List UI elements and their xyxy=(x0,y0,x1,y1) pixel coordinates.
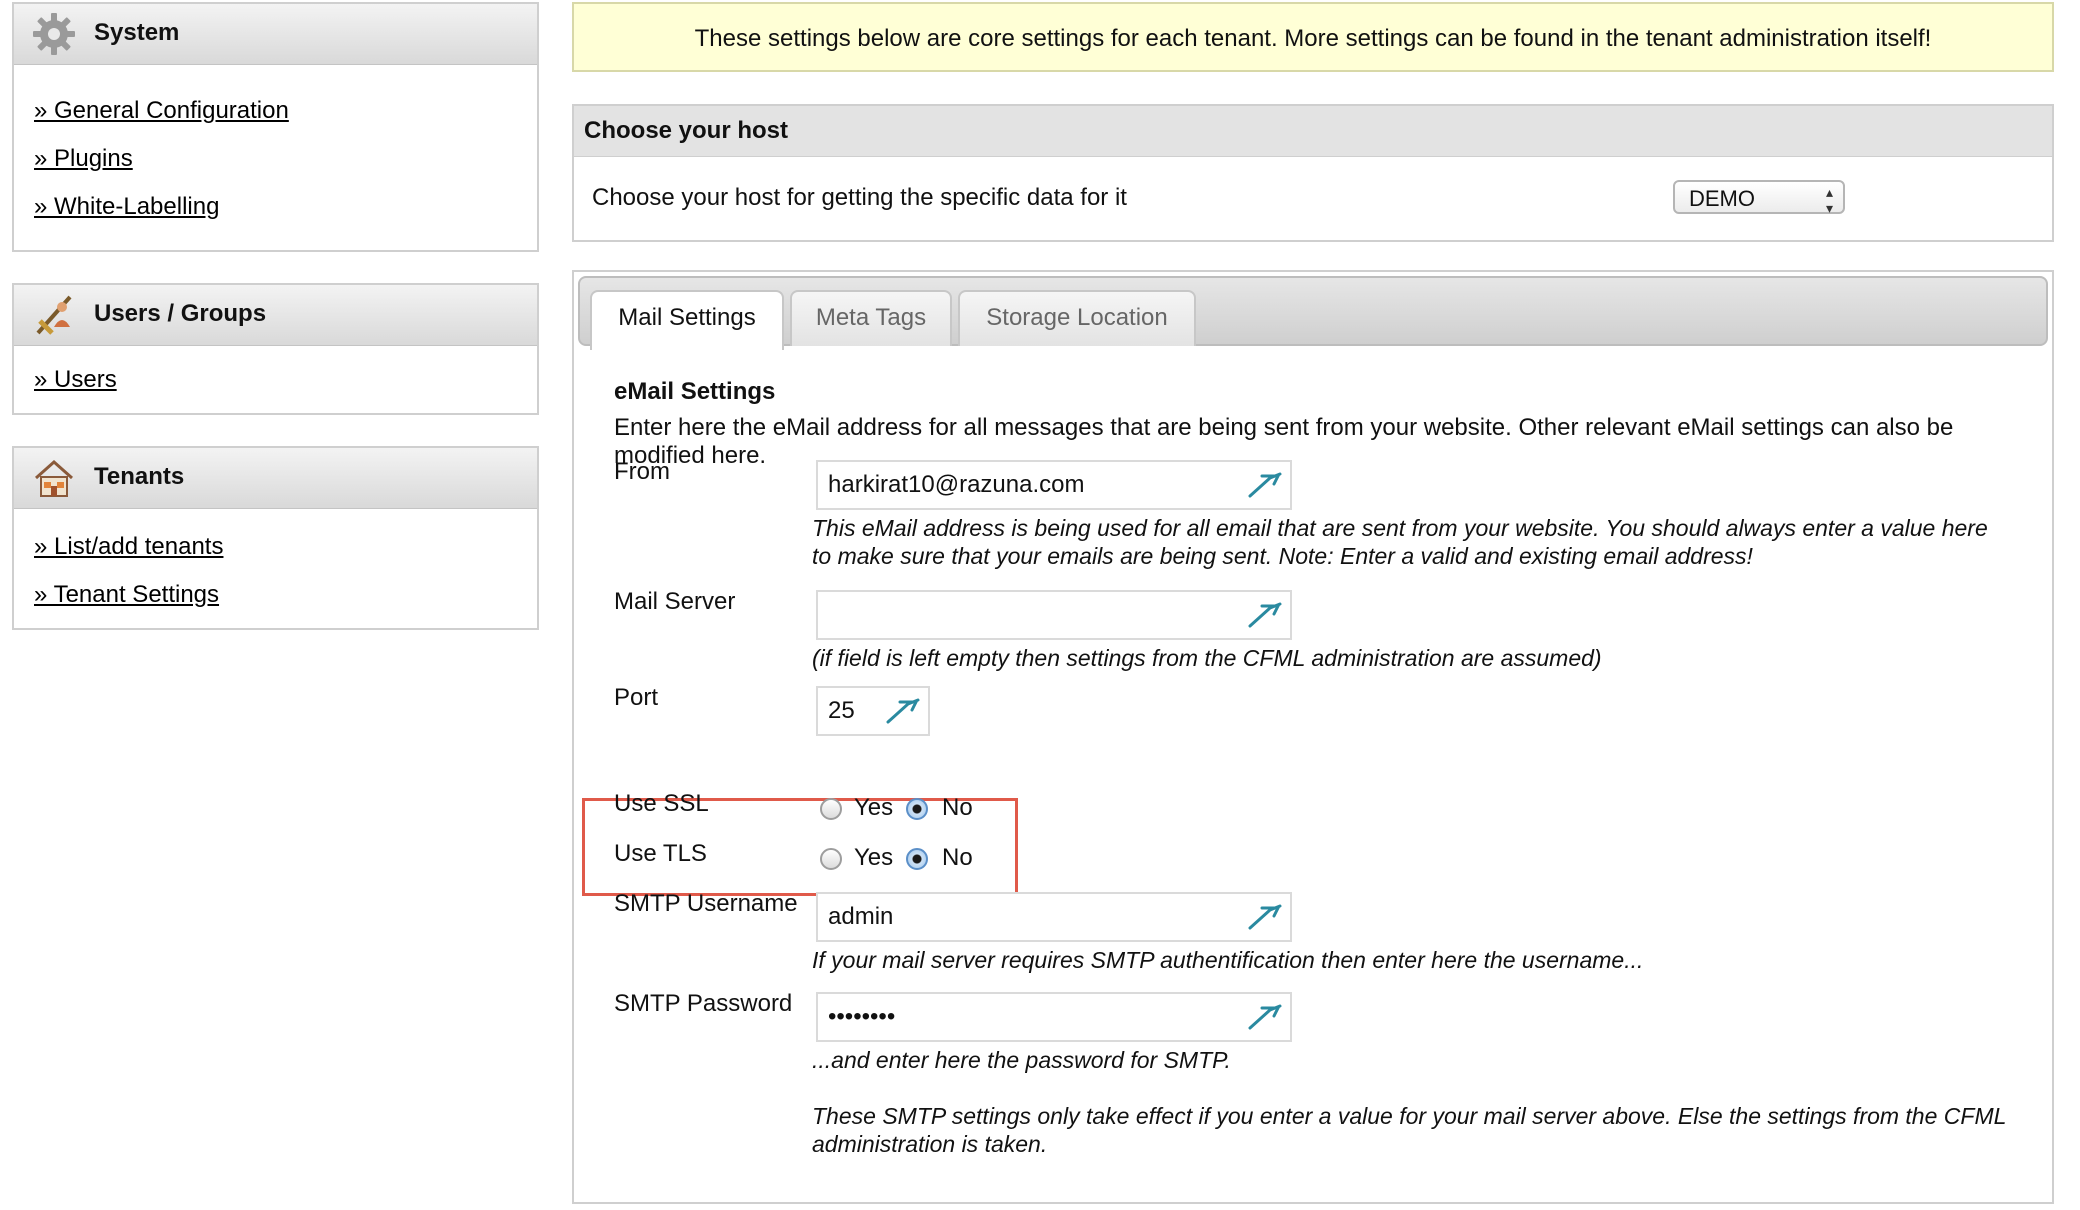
tls-no-radio[interactable] xyxy=(906,848,928,870)
users-panel-header: Users / Groups xyxy=(14,285,537,346)
tenant-settings-link[interactable]: » Tenant Settings xyxy=(34,571,537,619)
users-panel-title: Users / Groups xyxy=(94,300,267,327)
from-hint: This eMail address is being used for all… xyxy=(812,515,1988,569)
list-add-tenants-link[interactable]: » List/add tenants xyxy=(34,523,537,571)
house-icon xyxy=(35,459,73,497)
tls-yes-label: Yes xyxy=(854,844,894,871)
select-arrows-icon: ▴ ▾ xyxy=(1825,184,1833,216)
choose-host-description: Choose your host for getting the specifi… xyxy=(592,184,1127,211)
tls-yes-radio[interactable] xyxy=(820,848,842,870)
tenants-panel: Tenants » List/add tenants » Tenant Sett… xyxy=(12,446,539,630)
tenants-panel-header: Tenants xyxy=(14,448,537,509)
smtp-password-input-value: •••••••• xyxy=(828,1003,896,1030)
edit-icon xyxy=(1248,602,1282,628)
tab-bar: Mail Settings Meta Tags Storage Location xyxy=(578,276,2048,350)
smtp-username-input[interactable]: admin xyxy=(816,892,1292,942)
mail-server-input[interactable] xyxy=(816,590,1292,640)
edit-icon xyxy=(1248,1004,1282,1030)
mail-server-label: Mail Server xyxy=(614,588,736,615)
email-settings-title: eMail Settings xyxy=(614,378,776,405)
edit-icon xyxy=(886,698,920,724)
host-select[interactable]: DEMO ▴ ▾ xyxy=(1673,180,1845,216)
choose-host-box: Choose your host Choose your host for ge… xyxy=(572,104,2054,242)
smtp-username-label: SMTP Username xyxy=(614,890,798,917)
tenant-notice: These settings below are core settings f… xyxy=(572,2,2054,72)
smtp-password-label: SMTP Password xyxy=(614,990,793,1017)
tab-meta-tags[interactable]: Meta Tags xyxy=(790,290,952,346)
host-select-value: DEMO xyxy=(1689,186,1755,211)
smtp-password-input[interactable]: •••••••• xyxy=(816,992,1292,1042)
from-input[interactable]: harkirat10@razuna.com xyxy=(816,460,1292,510)
users-panel: Users / Groups » Users xyxy=(12,283,539,415)
edit-icon xyxy=(1248,904,1282,930)
system-panel-header: System xyxy=(14,4,537,65)
port-label: Port xyxy=(614,684,659,711)
white-labelling-link[interactable]: » White-Labelling xyxy=(34,183,537,231)
smtp-username-hint: If your mail server requires SMTP authen… xyxy=(812,947,1644,973)
users-groups-icon xyxy=(36,295,72,335)
port-input-value: 25 xyxy=(828,697,855,724)
general-configuration-link[interactable]: » General Configuration xyxy=(34,87,537,135)
ssl-yes-label: Yes xyxy=(854,794,894,821)
from-input-value: harkirat10@razuna.com xyxy=(828,471,1085,498)
from-label: From xyxy=(614,458,670,485)
mail-server-hint: (if field is left empty then settings fr… xyxy=(812,645,1602,671)
plugins-link[interactable]: » Plugins xyxy=(34,135,537,183)
tls-no-label: No xyxy=(942,844,973,871)
choose-host-title: Choose your host xyxy=(574,106,2052,157)
smtp-password-hint: ...and enter here the password for SMTP. xyxy=(812,1047,1231,1073)
system-panel-title: System xyxy=(94,19,180,46)
edit-icon xyxy=(1248,472,1282,498)
ssl-yes-radio[interactable] xyxy=(820,798,842,820)
settings-tabs-box: Mail Settings Meta Tags Storage Location… xyxy=(572,270,2054,1204)
tab-storage-location[interactable]: Storage Location xyxy=(958,290,1196,346)
smtp-footer-note: These SMTP settings only take effect if … xyxy=(812,1103,2006,1157)
smtp-username-input-value: admin xyxy=(828,903,894,930)
use-tls-label: Use TLS xyxy=(614,840,707,867)
ssl-no-radio[interactable] xyxy=(906,798,928,820)
tab-mail-settings[interactable]: Mail Settings xyxy=(590,290,784,350)
use-ssl-label: Use SSL xyxy=(614,790,709,817)
ssl-no-label: No xyxy=(942,794,973,821)
system-panel: System » General Configuration » Plugins… xyxy=(12,2,539,252)
users-link[interactable]: » Users xyxy=(34,356,537,404)
tenants-panel-title: Tenants xyxy=(94,463,185,490)
gear-icon xyxy=(33,13,75,55)
port-input[interactable]: 25 xyxy=(816,686,930,736)
